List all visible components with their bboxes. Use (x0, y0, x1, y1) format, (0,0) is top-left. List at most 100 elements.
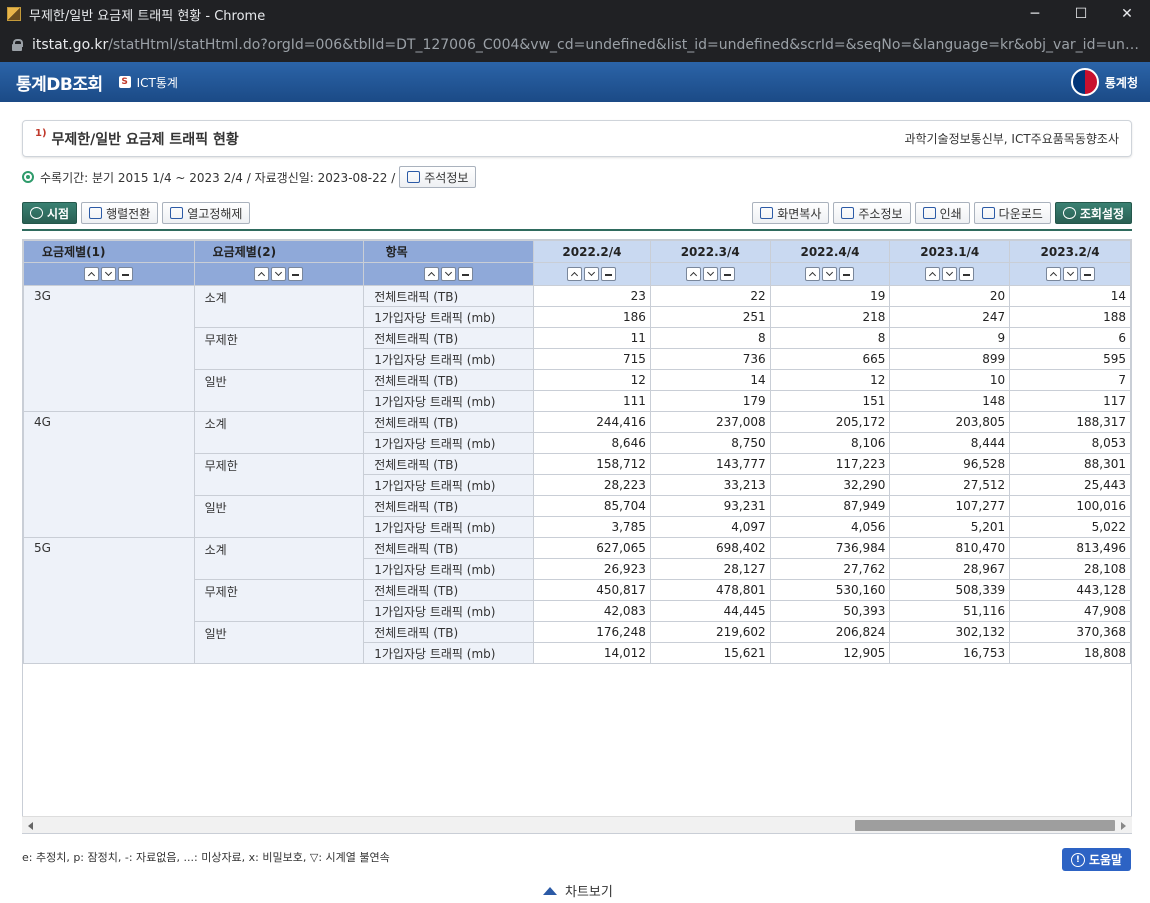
address-bar[interactable]: itstat.go.kr/statHtml/statHtml.do?orgId=… (0, 28, 1150, 62)
table-cell[interactable]: 93,231 (649, 495, 771, 517)
table-cell[interactable]: 176,248 (533, 621, 651, 643)
table-cell[interactable]: 28,127 (649, 558, 771, 580)
col-header-item[interactable]: 항목 (363, 240, 535, 263)
table-cell[interactable]: 8,053 (1009, 432, 1131, 454)
table-cell[interactable]: 237,008 (649, 411, 771, 433)
table-cell[interactable]: 88,301 (1009, 453, 1131, 475)
table-cell[interactable]: 247 (889, 306, 1011, 328)
fixed-column-button[interactable]: 열고정해제 (162, 202, 251, 224)
sort-desc-icon[interactable] (271, 267, 287, 282)
table-cell[interactable]: 50,393 (769, 600, 891, 622)
table-cell[interactable]: 32,290 (769, 474, 891, 496)
table-cell[interactable]: 151 (769, 390, 891, 412)
data-grid[interactable]: 요금제별(1) 요금제별(2) 항목 2022.2/4 2022.3/4 202… (22, 239, 1132, 834)
table-cell[interactable]: 4,056 (769, 516, 891, 538)
horizontal-scrollbar[interactable] (22, 816, 1132, 833)
table-cell[interactable]: 44,445 (649, 600, 771, 622)
table-cell[interactable]: 19 (769, 285, 891, 307)
table-cell[interactable]: 595 (1009, 348, 1131, 370)
ict-stats-link[interactable]: S ICT통계 (118, 74, 178, 91)
sort-asc-icon[interactable] (805, 267, 821, 282)
maximize-button[interactable]: ☐ (1058, 0, 1104, 28)
collapse-icon[interactable] (118, 267, 134, 282)
table-cell[interactable]: 107,277 (889, 495, 1011, 517)
table-cell[interactable]: 206,824 (769, 621, 891, 643)
address-info-button[interactable]: 주소정보 (833, 202, 911, 224)
table-cell[interactable]: 111 (533, 390, 651, 412)
table-cell[interactable]: 15,621 (649, 642, 771, 664)
col-header-plan2[interactable]: 요금제별(2) (193, 240, 365, 263)
table-cell[interactable]: 179 (649, 390, 771, 412)
table-cell[interactable]: 813,496 (1009, 537, 1131, 559)
brand-title[interactable]: 통계DB조회 (16, 70, 103, 95)
table-cell[interactable]: 5,201 (889, 516, 1011, 538)
sort-asc-icon[interactable] (685, 267, 701, 282)
timepoint-button[interactable]: 시점 (22, 202, 78, 224)
chart-view-toggle[interactable]: 차트보기 (543, 881, 613, 900)
collapse-icon[interactable] (601, 267, 617, 282)
collapse-icon[interactable] (458, 267, 474, 282)
table-cell[interactable]: 715 (533, 348, 651, 370)
sort-asc-icon[interactable] (567, 267, 583, 282)
col-header-period[interactable]: 2022.4/4 (769, 240, 891, 263)
table-cell[interactable]: 443,128 (1009, 579, 1131, 601)
table-cell[interactable]: 8,646 (533, 432, 651, 454)
table-cell[interactable]: 530,160 (769, 579, 891, 601)
table-cell[interactable]: 203,805 (889, 411, 1011, 433)
table-cell[interactable]: 96,528 (889, 453, 1011, 475)
table-cell[interactable]: 370,368 (1009, 621, 1131, 643)
collapse-icon[interactable] (959, 267, 975, 282)
table-cell[interactable]: 5,022 (1009, 516, 1131, 538)
table-cell[interactable]: 148 (889, 390, 1011, 412)
table-cell[interactable]: 10 (889, 369, 1011, 391)
table-cell[interactable]: 158,712 (533, 453, 651, 475)
table-cell[interactable]: 117 (1009, 390, 1131, 412)
table-cell[interactable]: 11 (533, 327, 651, 349)
col-header-period[interactable]: 2022.2/4 (533, 240, 651, 263)
table-cell[interactable]: 810,470 (889, 537, 1011, 559)
table-cell[interactable]: 899 (889, 348, 1011, 370)
pivot-button[interactable]: 행렬전환 (81, 202, 159, 224)
table-cell[interactable]: 205,172 (769, 411, 891, 433)
download-button[interactable]: 다운로드 (973, 202, 1051, 224)
table-cell[interactable]: 508,339 (889, 579, 1011, 601)
sort-desc-icon[interactable] (1062, 267, 1078, 282)
table-cell[interactable]: 12,905 (769, 642, 891, 664)
sort-asc-icon[interactable] (84, 267, 100, 282)
sort-asc-icon[interactable] (925, 267, 941, 282)
table-cell[interactable]: 16,753 (889, 642, 1011, 664)
table-cell[interactable]: 8 (649, 327, 771, 349)
print-button[interactable]: 인쇄 (914, 202, 970, 224)
table-cell[interactable]: 87,949 (769, 495, 891, 517)
table-cell[interactable]: 8,106 (769, 432, 891, 454)
sort-desc-icon[interactable] (584, 267, 600, 282)
table-cell[interactable]: 14 (649, 369, 771, 391)
table-cell[interactable]: 188,317 (1009, 411, 1131, 433)
col-header-period[interactable]: 2022.3/4 (649, 240, 771, 263)
scroll-left-icon[interactable] (28, 822, 33, 830)
table-cell[interactable]: 8 (769, 327, 891, 349)
sort-desc-icon[interactable] (702, 267, 718, 282)
table-cell[interactable]: 12 (769, 369, 891, 391)
table-cell[interactable]: 117,223 (769, 453, 891, 475)
sort-desc-icon[interactable] (101, 267, 117, 282)
table-cell[interactable]: 27,512 (889, 474, 1011, 496)
query-settings-button[interactable]: 조회설정 (1054, 202, 1132, 224)
table-cell[interactable]: 6 (1009, 327, 1131, 349)
table-cell[interactable]: 18,808 (1009, 642, 1131, 664)
table-cell[interactable]: 219,602 (649, 621, 771, 643)
table-cell[interactable]: 27,762 (769, 558, 891, 580)
sort-desc-icon[interactable] (441, 267, 457, 282)
minimize-button[interactable]: ─ (1012, 0, 1058, 28)
sort-desc-icon[interactable] (942, 267, 958, 282)
table-cell[interactable]: 302,132 (889, 621, 1011, 643)
table-cell[interactable]: 28,967 (889, 558, 1011, 580)
table-cell[interactable]: 47,908 (1009, 600, 1131, 622)
table-cell[interactable]: 7 (1009, 369, 1131, 391)
close-button[interactable]: ✕ (1104, 0, 1150, 28)
table-cell[interactable]: 698,402 (649, 537, 771, 559)
table-cell[interactable]: 33,213 (649, 474, 771, 496)
table-cell[interactable]: 665 (769, 348, 891, 370)
table-cell[interactable]: 12 (533, 369, 651, 391)
collapse-icon[interactable] (719, 267, 735, 282)
